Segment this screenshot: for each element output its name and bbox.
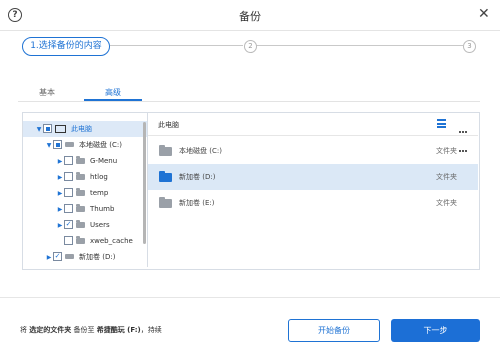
expand-arrow-icon[interactable]: ▶ bbox=[56, 202, 64, 218]
folder-icon bbox=[159, 171, 172, 182]
active-tab-indicator bbox=[84, 99, 142, 101]
drive-icon bbox=[65, 142, 74, 147]
window-title: 备份 bbox=[239, 10, 261, 23]
item-name: 新加卷 (E:) bbox=[179, 199, 215, 207]
step-3: 3 bbox=[463, 40, 476, 53]
summary-text: ，持续 bbox=[140, 326, 162, 334]
checkbox-checked[interactable]: ✓ bbox=[64, 220, 73, 229]
tree-item-drive-d[interactable]: ▶ ✓ 新加卷 (D:) bbox=[23, 249, 147, 265]
folder-icon bbox=[159, 197, 172, 208]
tree-scrollbar[interactable] bbox=[143, 122, 146, 244]
tree-item-htlog[interactable]: ▶ htlog bbox=[23, 169, 147, 185]
expand-arrow-icon[interactable]: ▶ bbox=[56, 218, 64, 234]
checkbox[interactable] bbox=[64, 156, 73, 165]
expand-arrow-icon[interactable]: ▼ bbox=[45, 138, 53, 154]
footer-divider bbox=[0, 297, 500, 298]
expand-arrow-icon[interactable]: ▶ bbox=[56, 170, 64, 186]
breadcrumb: 此电脑 bbox=[158, 121, 179, 129]
tree-item-label: 新加卷 (D:) bbox=[79, 253, 116, 261]
tree-item-label: G-Menu bbox=[90, 157, 118, 165]
item-name: 本地磁盘 (C:) bbox=[179, 147, 222, 155]
folder-icon bbox=[159, 145, 172, 156]
tab-basic[interactable]: 基本 bbox=[18, 87, 76, 98]
checkbox[interactable] bbox=[64, 236, 73, 245]
start-backup-button[interactable]: 开始备份 bbox=[288, 319, 380, 342]
folder-icon bbox=[76, 155, 85, 164]
tab-advanced[interactable]: 高级 bbox=[84, 87, 142, 98]
tree-item-temp[interactable]: ▶ temp bbox=[23, 185, 147, 201]
tree-item-label: 本地磁盘 (C:) bbox=[79, 141, 122, 149]
item-type: 文件夹 bbox=[436, 199, 457, 207]
checkbox-checked[interactable]: ✓ bbox=[53, 252, 62, 261]
tab-divider bbox=[18, 101, 480, 102]
list-view-icon[interactable] bbox=[437, 119, 446, 128]
checkbox[interactable] bbox=[53, 140, 62, 149]
summary-source: 选定的文件夹 bbox=[29, 326, 72, 334]
expand-arrow-icon[interactable]: ▶ bbox=[45, 250, 53, 266]
summary-text: 将 bbox=[20, 326, 27, 334]
checkbox[interactable] bbox=[64, 172, 73, 181]
list-item-drive-c[interactable]: 本地磁盘 (C:) 文件夹 bbox=[148, 138, 478, 164]
item-type: 文件夹 bbox=[436, 147, 457, 155]
folder-tree: ▼ 此电脑 ▼ 本地磁盘 (C:) ▶ G-Menu ▶ htlog ▶ temp ▶ Th… bbox=[23, 113, 147, 267]
tree-item-label: temp bbox=[90, 189, 109, 197]
folder-icon bbox=[76, 235, 85, 244]
step-connector bbox=[110, 45, 243, 46]
tree-item-xweb-cache[interactable]: xweb_cache bbox=[23, 233, 147, 249]
next-button[interactable]: 下一步 bbox=[391, 319, 480, 342]
tree-item-label: Users bbox=[90, 221, 110, 229]
summary-destination: 希捷酷玩 (F:) bbox=[96, 326, 141, 334]
expand-arrow-icon[interactable]: ▼ bbox=[35, 122, 43, 138]
folder-icon bbox=[76, 203, 85, 212]
step-2: 2 bbox=[244, 40, 257, 53]
step-connector bbox=[256, 45, 463, 46]
tree-item-this-pc[interactable]: ▼ 此电脑 bbox=[23, 121, 147, 137]
tree-item-thumb[interactable]: ▶ Thumb bbox=[23, 201, 147, 217]
item-name: 新加卷 (D:) bbox=[179, 173, 216, 181]
tree-item-drive-c[interactable]: ▼ 本地磁盘 (C:) bbox=[23, 137, 147, 153]
tree-item-label: htlog bbox=[90, 173, 108, 181]
tree-item-label: 此电脑 bbox=[71, 125, 92, 133]
expand-arrow-icon[interactable]: ▶ bbox=[56, 154, 64, 170]
list-item-drive-d[interactable]: 新加卷 (D:) 文件夹 bbox=[148, 164, 478, 190]
list-item-drive-e[interactable]: 新加卷 (E:) 文件夹 bbox=[148, 190, 478, 216]
expand-arrow-icon[interactable]: ▶ bbox=[56, 186, 64, 202]
computer-icon bbox=[55, 124, 66, 133]
checkbox[interactable] bbox=[64, 204, 73, 213]
folder-icon bbox=[76, 219, 85, 228]
item-type: 文件夹 bbox=[436, 173, 457, 181]
tree-item-label: Thumb bbox=[90, 205, 115, 213]
drive-icon bbox=[65, 254, 74, 259]
tree-item-label: xweb_cache bbox=[90, 237, 133, 245]
folder-icon bbox=[76, 187, 85, 196]
checkbox[interactable] bbox=[43, 124, 52, 133]
step-1: 1.选择备份的内容 bbox=[22, 37, 110, 56]
checkbox[interactable] bbox=[64, 188, 73, 197]
tree-item-users[interactable]: ▶ ✓ Users bbox=[23, 217, 147, 233]
summary-text: 备份至 bbox=[73, 326, 95, 334]
folder-icon bbox=[76, 171, 85, 180]
backup-summary: 将 选定的文件夹 备份至 希捷酷玩 (F:)，持续 bbox=[20, 325, 162, 335]
tree-item-gmenu[interactable]: ▶ G-Menu bbox=[23, 153, 147, 169]
close-icon[interactable]: ✕ bbox=[478, 6, 490, 22]
grid-view-icon[interactable] bbox=[459, 119, 468, 171]
header-divider bbox=[148, 135, 478, 136]
